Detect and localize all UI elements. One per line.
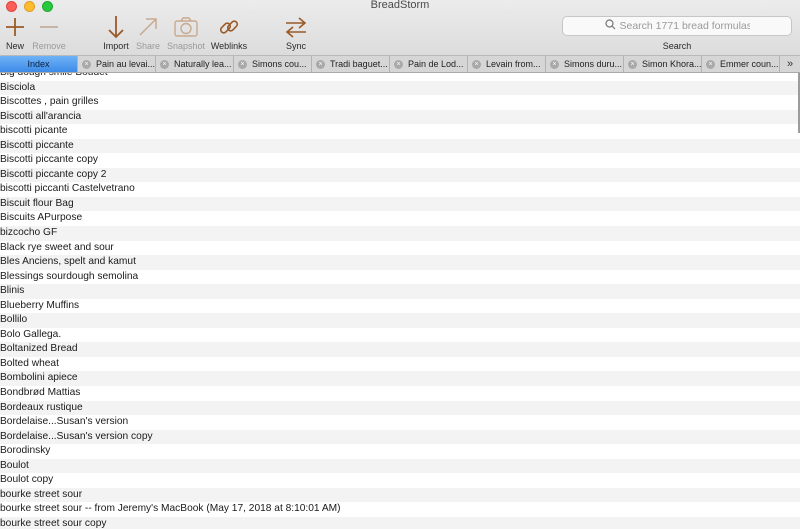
formula-list[interactable]: Big dough smile BoudetBisciolaBiscottes … xyxy=(0,73,800,529)
list-item[interactable]: bourke street sour xyxy=(0,487,800,503)
search-label: Search xyxy=(662,41,692,51)
list-item[interactable]: Bordelaise...Susan's version copy xyxy=(0,429,800,445)
arrow-up-right-icon xyxy=(133,14,163,40)
list-item[interactable]: Bisciola xyxy=(0,80,800,96)
list-item[interactable]: Big dough smile Boudet xyxy=(0,73,800,81)
weblinks-button[interactable]: Weblinks xyxy=(207,14,251,51)
tab-label: Tradi baguet... xyxy=(330,59,388,69)
share-label: Share xyxy=(135,41,161,51)
close-tab-icon[interactable]: × xyxy=(316,59,325,69)
tab-recipe[interactable]: × Simons duru... xyxy=(546,56,624,72)
tab-recipe[interactable]: × Pain de Lod... xyxy=(390,56,468,72)
tab-index-label: Index xyxy=(27,59,50,69)
list-item[interactable]: Biscottes , pain grilles xyxy=(0,95,800,110)
list-item[interactable]: Borodinsky xyxy=(0,444,800,459)
link-icon xyxy=(214,14,244,40)
window-title: BreadStorm xyxy=(370,0,430,11)
tab-index[interactable]: Index xyxy=(0,56,78,72)
tab-recipe[interactable]: × Simons cou... xyxy=(234,56,312,72)
close-tab-icon[interactable]: × xyxy=(82,59,91,69)
list-item[interactable]: Bolo Gallega. xyxy=(0,328,800,343)
list-item[interactable]: Bollilo xyxy=(0,313,800,328)
sync-label: Sync xyxy=(285,41,306,51)
minus-icon xyxy=(34,14,64,40)
tab-recipe[interactable]: × Simon Khora... xyxy=(624,56,702,72)
list-item[interactable]: Biscotti piccante xyxy=(0,138,800,154)
camera-icon xyxy=(171,14,201,40)
snapshot-label: Snapshot xyxy=(166,41,206,51)
tab-label: Simons duru... xyxy=(564,59,623,69)
list-item[interactable]: Bles Anciens, spelt and kamut xyxy=(0,255,800,270)
list-item[interactable]: Biscotti piccante copy xyxy=(0,153,800,168)
list-item[interactable]: Boulot xyxy=(0,458,800,474)
weblinks-label: Weblinks xyxy=(210,41,248,51)
list-item[interactable]: Bombolini apiece xyxy=(0,371,800,387)
tab-bar: Index × Pain au levai... × Naturally lea..… xyxy=(0,56,800,73)
list-item[interactable]: bourke street sour copy xyxy=(0,516,800,529)
tab-recipe[interactable]: × Emmer coun... xyxy=(702,56,780,72)
snapshot-button[interactable]: Snapshot xyxy=(164,14,208,51)
list-item[interactable]: Boulot copy xyxy=(0,473,800,488)
close-tab-icon[interactable]: × xyxy=(706,59,715,69)
plus-icon xyxy=(0,14,30,40)
list-item[interactable]: Boltanized Bread xyxy=(0,342,800,357)
close-tab-icon[interactable]: × xyxy=(160,59,169,69)
tab-label: Simon Khora... xyxy=(642,59,701,69)
search-field[interactable] xyxy=(562,16,792,36)
list-item[interactable]: Bordelaise...Susan's version xyxy=(0,415,800,430)
search-area: Search xyxy=(562,16,792,51)
list-item[interactable]: Black rye sweet and sour xyxy=(0,241,800,256)
tab-label: Naturally lea... xyxy=(174,59,232,69)
sync-arrows-icon xyxy=(281,14,311,40)
list-item[interactable]: Bolted wheat xyxy=(0,357,800,372)
remove-button[interactable]: Remove xyxy=(27,14,71,51)
list-item[interactable]: Biscuits APurpose xyxy=(0,211,800,226)
close-tab-icon[interactable]: × xyxy=(472,59,481,69)
close-tab-icon[interactable]: × xyxy=(550,59,559,69)
close-tab-icon[interactable]: × xyxy=(238,59,247,69)
toolbar: BreadStorm New Remove Import Share Snaps… xyxy=(0,0,800,56)
close-tab-icon[interactable]: × xyxy=(394,59,403,69)
tab-label: Emmer coun... xyxy=(720,59,779,69)
list-item[interactable]: Bordeaux rustique xyxy=(0,400,800,416)
list-item[interactable]: Biscuit flour Bag xyxy=(0,196,800,212)
search-input[interactable] xyxy=(619,20,750,32)
import-label: Import xyxy=(103,41,129,51)
list-item[interactable]: Biscotti all'arancia xyxy=(0,109,800,125)
list-item[interactable]: Biscotti piccante copy 2 xyxy=(0,167,800,183)
tab-recipe[interactable]: × Pain au levai... xyxy=(78,56,156,72)
tab-label: Levain from... xyxy=(486,59,541,69)
close-tab-icon[interactable]: × xyxy=(628,59,637,69)
list-item[interactable]: Blinis xyxy=(0,284,800,299)
list-item[interactable]: biscotti piccanti Castelvetrano xyxy=(0,182,800,197)
search-icon xyxy=(604,17,616,35)
list-item[interactable]: biscotti picante xyxy=(0,124,800,139)
list-item[interactable]: Blueberry Muffins xyxy=(0,299,800,314)
list-item[interactable]: Bondbrød Mattias xyxy=(0,386,800,401)
tab-recipe[interactable]: × Naturally lea... xyxy=(156,56,234,72)
list-item[interactable]: bizcocho GF xyxy=(0,226,800,241)
tab-label: Pain au levai... xyxy=(96,59,155,69)
list-item[interactable]: Blessings sourdough semolina xyxy=(0,270,800,285)
list-item[interactable]: bourke street sour -- from Jeremy's MacB… xyxy=(0,502,800,517)
sync-button[interactable]: Sync xyxy=(274,14,318,51)
tab-label: Pain de Lod... xyxy=(408,59,464,69)
new-label: New xyxy=(5,41,24,51)
tab-label: Simons cou... xyxy=(252,59,307,69)
more-tabs-button[interactable]: » xyxy=(780,56,800,72)
tab-recipe[interactable]: × Levain from... xyxy=(468,56,546,72)
remove-label: Remove xyxy=(32,41,66,51)
tab-recipe[interactable]: × Tradi baguet... xyxy=(312,56,390,72)
